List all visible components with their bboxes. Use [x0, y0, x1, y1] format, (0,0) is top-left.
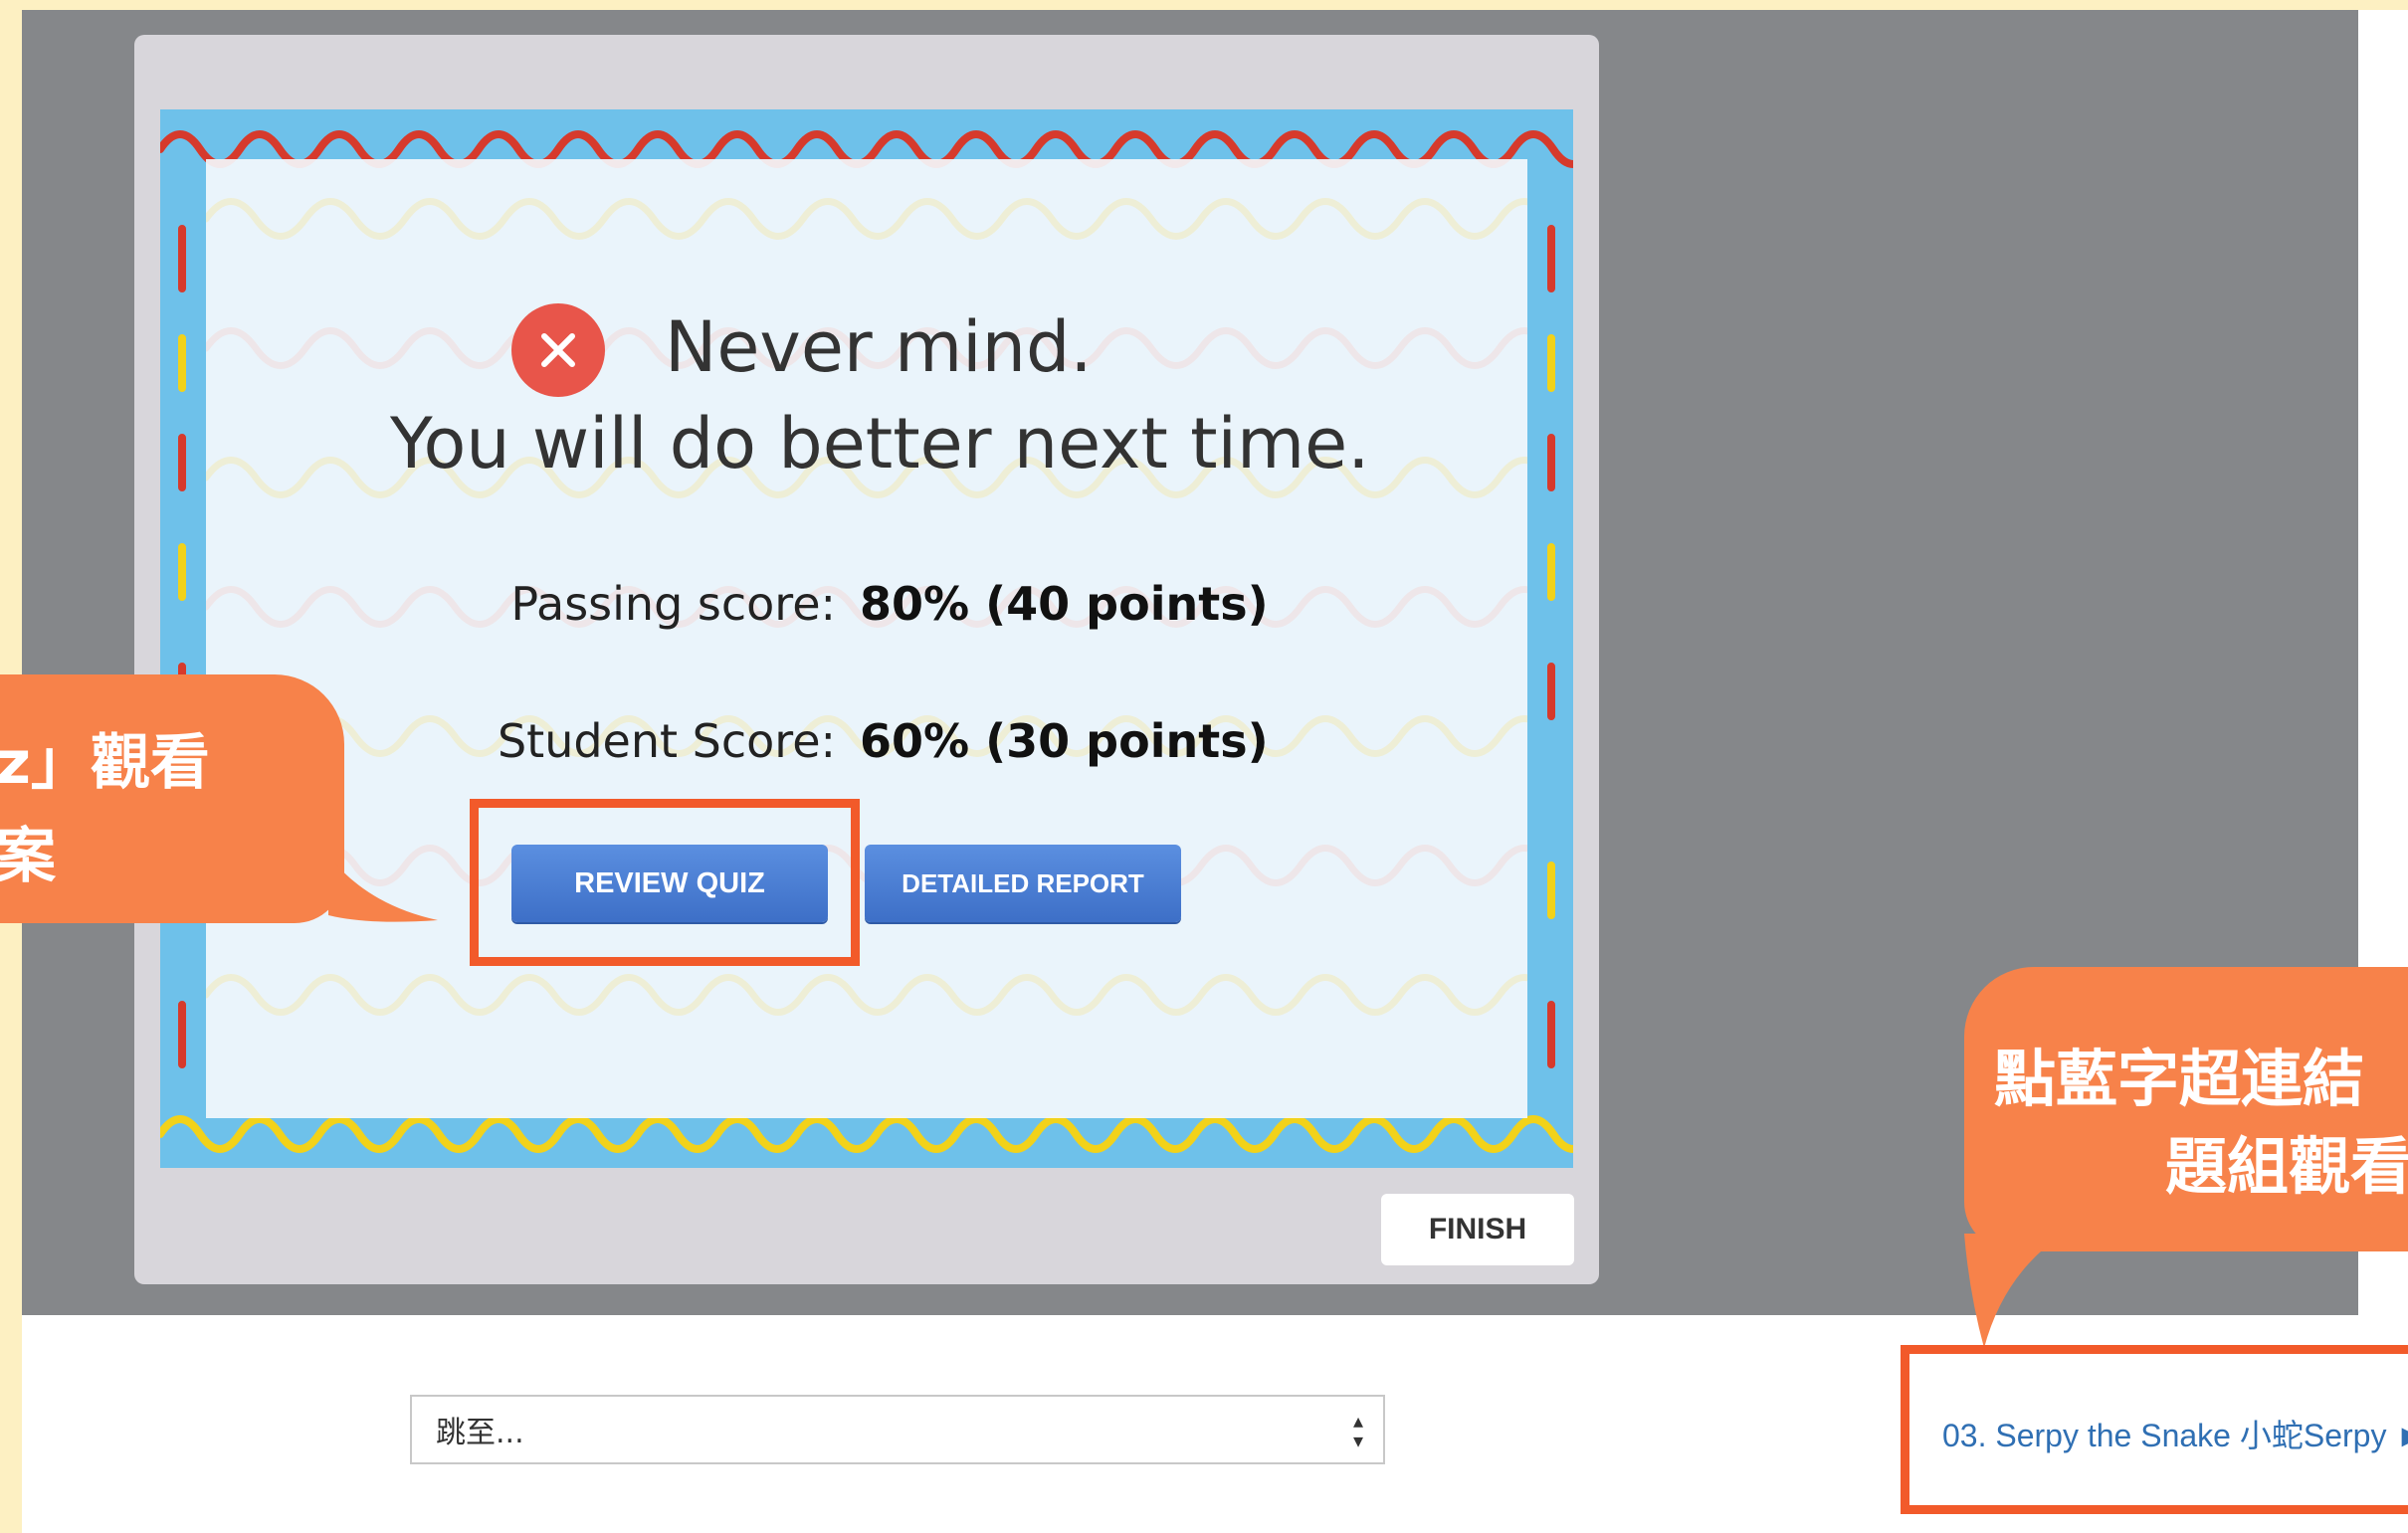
review-quiz-highlight: [470, 799, 860, 966]
callout-left-tail: [328, 856, 438, 922]
result-heading: Never mind.: [665, 306, 1093, 388]
callout-right-line1: 點藍字超連結: [1994, 1043, 2365, 1115]
detailed-report-button[interactable]: DETAILED REPORT: [865, 845, 1181, 922]
callout-left-line2: 案: [0, 822, 56, 891]
callout-right-line2: 題組觀看: [2165, 1130, 2408, 1203]
up-down-arrows-icon: ▴ ▾: [1352, 1409, 1363, 1452]
close-circle-icon: [511, 303, 605, 397]
result-subheading: You will do better next time.: [390, 403, 1370, 484]
callout-right-tail: [1964, 1234, 2064, 1348]
callout-left-line1: z」觀看: [0, 728, 210, 798]
student-score-value: 60% (30 points): [860, 714, 1269, 768]
result-card: [206, 159, 1527, 1118]
faded-squiggle-pattern: [206, 198, 1527, 1016]
jump-to-select-value: 跳至...: [436, 1416, 524, 1450]
callout-right: 點藍字超連結 題組觀看: [1964, 967, 2408, 1251]
jump-to-select[interactable]: 跳至... ▴ ▾: [410, 1395, 1385, 1464]
passing-score-value: 80% (40 points): [860, 577, 1269, 631]
next-activity-link[interactable]: 03. Serpy the Snake 小蛇Serpy ►: [1942, 1411, 2408, 1456]
callout-left: z」觀看 案: [0, 674, 344, 923]
passing-score-label: Passing score:: [510, 577, 836, 631]
finish-button[interactable]: FINISH: [1381, 1194, 1574, 1265]
decorative-frame: [160, 109, 1573, 1168]
student-score-label: Student Score:: [497, 714, 836, 768]
